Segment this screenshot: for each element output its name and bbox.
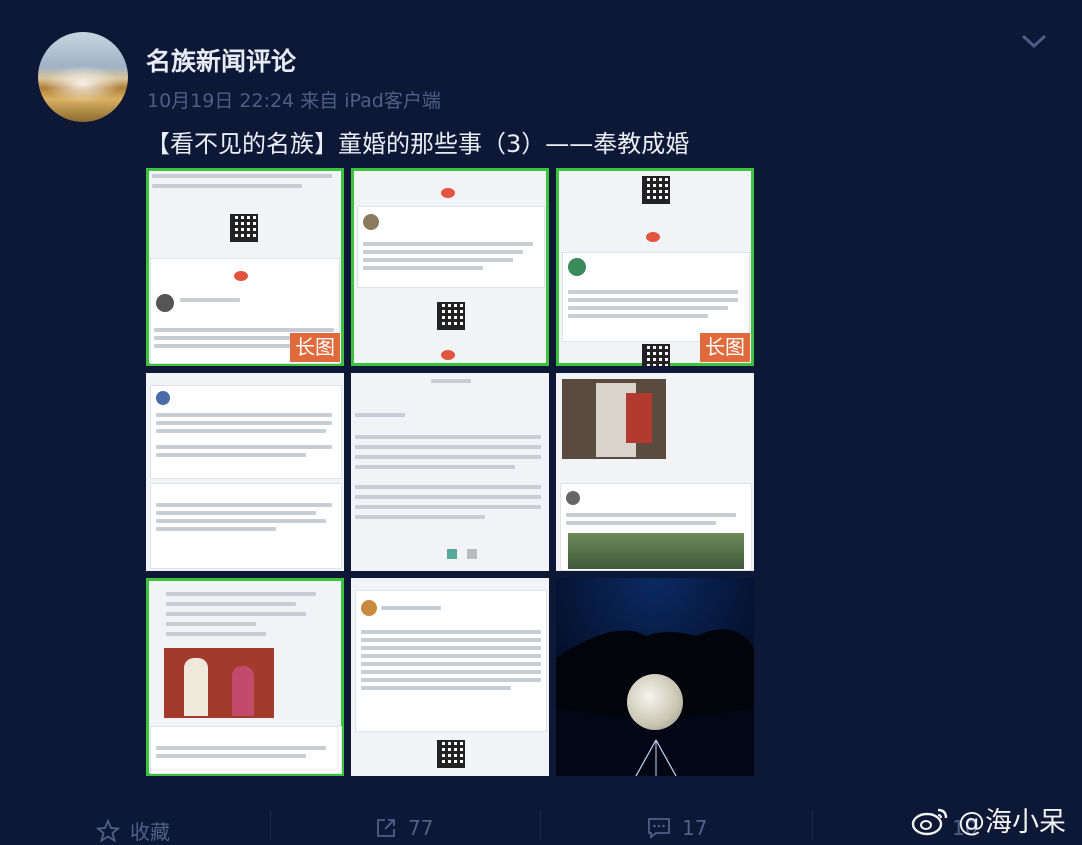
share-icon — [377, 819, 395, 837]
image-thumbnail-6[interactable] — [556, 373, 754, 571]
image-thumbnail-2[interactable] — [351, 168, 549, 366]
weibo-logo-icon — [911, 808, 948, 835]
long-image-badge: 长图 — [700, 333, 750, 362]
watermark-text: @海小呆 — [958, 807, 1066, 838]
long-image-badge: 长图 — [290, 333, 340, 362]
avatar[interactable] — [38, 32, 128, 122]
image-thumbnail-7[interactable] — [146, 578, 344, 776]
post-text: 【看不见的名族】童婚的那些事（3）——奉教成婚 — [146, 130, 690, 158]
image-thumbnail-9[interactable] — [556, 578, 754, 776]
image-thumbnail-4[interactable] — [146, 373, 344, 571]
repost-count: 77 — [408, 816, 434, 840]
favorite-label: 收藏 — [130, 820, 170, 844]
post-meta: 10月19日 22:24 来自 iPad客户端 — [147, 90, 441, 112]
comment-count: 17 — [682, 816, 708, 840]
watermark: @海小呆 — [910, 800, 1066, 839]
image-grid: 长图 长图 — [146, 168, 754, 776]
comment-icon — [648, 818, 670, 839]
chevron-down-icon[interactable] — [1019, 30, 1049, 52]
image-thumbnail-8[interactable] — [351, 578, 549, 776]
favorite-button[interactable]: 收藏 — [96, 816, 170, 845]
image-thumbnail-1[interactable]: 长图 — [146, 168, 344, 366]
image-thumbnail-3[interactable]: 长图 — [556, 168, 754, 366]
username[interactable]: 名族新闻评论 — [146, 42, 296, 78]
image-thumbnail-5[interactable] — [351, 373, 549, 571]
comment-button[interactable]: 17 — [646, 816, 707, 840]
star-icon — [96, 818, 120, 842]
repost-button[interactable]: 77 — [374, 816, 433, 840]
